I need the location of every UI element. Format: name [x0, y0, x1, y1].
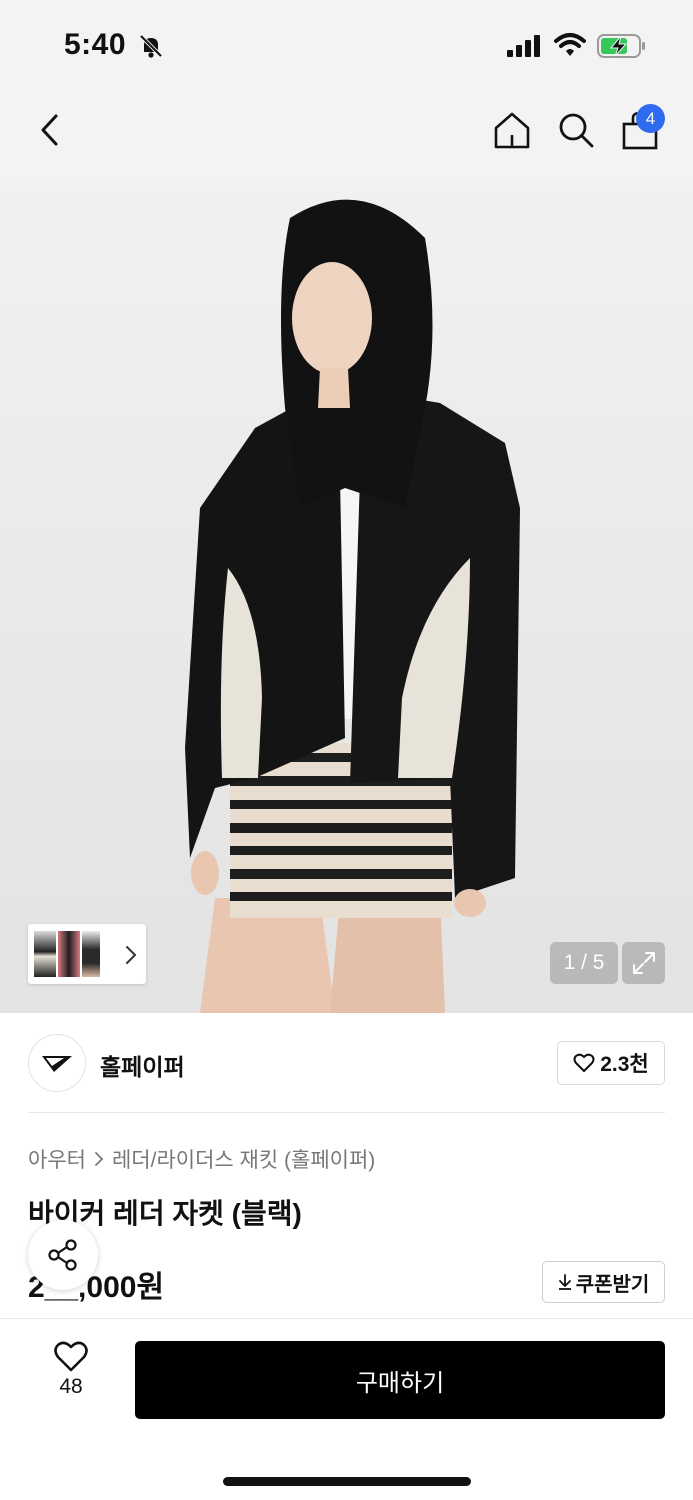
- chevron-right-icon: [95, 1152, 104, 1166]
- brand-like-count: 2.3천: [600, 1053, 649, 1076]
- wifi-icon: [554, 33, 586, 56]
- cellular-signal-icon: [507, 35, 540, 57]
- breadcrumb-subcategory[interactable]: 레더/라이더스 재킷 (홀페이퍼): [112, 1144, 375, 1174]
- status-bar: 5:40: [0, 0, 693, 90]
- thumbnail-1[interactable]: [34, 931, 56, 977]
- thumbnail-2[interactable]: [58, 931, 80, 977]
- chevron-right-icon[interactable]: [124, 944, 138, 966]
- thumbnail-3[interactable]: [82, 931, 100, 977]
- heart-icon: [54, 1341, 88, 1372]
- product-image[interactable]: [0, 178, 693, 1013]
- brand-like-button[interactable]: 2.3천: [557, 1041, 665, 1085]
- top-navigation: [0, 90, 693, 178]
- search-icon: [559, 113, 594, 148]
- breadcrumb: 아우터 레더/라이더스 재킷 (홀페이퍼): [28, 1144, 375, 1174]
- wishlist-count: 48: [59, 1375, 83, 1398]
- home-icon: [494, 112, 530, 149]
- brand-name[interactable]: 홀페이퍼: [100, 1048, 185, 1082]
- expand-icon: [632, 952, 655, 974]
- home-indicator: [223, 1477, 471, 1486]
- home-button[interactable]: [490, 108, 534, 152]
- battery-charging-icon: [597, 34, 645, 58]
- status-time: 5:40: [64, 28, 127, 61]
- coupon-button[interactable]: 쿠폰받기: [542, 1261, 665, 1303]
- cart-count-badge: 4: [636, 104, 665, 133]
- divider: [28, 1112, 665, 1113]
- download-icon: [558, 1274, 571, 1290]
- image-counter: 1 / 5: [550, 942, 618, 984]
- search-button[interactable]: [554, 108, 598, 152]
- expand-image-button[interactable]: [622, 942, 665, 984]
- brand-row[interactable]: 홀페이퍼 2.3천: [0, 1013, 693, 1113]
- bell-slash-icon: [139, 34, 163, 58]
- wishlist-button[interactable]: 48: [42, 1341, 100, 1411]
- coupon-label: 쿠폰받기: [575, 1273, 650, 1296]
- chevron-left-icon: [41, 114, 58, 146]
- share-icon: [48, 1239, 77, 1271]
- breadcrumb-category[interactable]: 아우터: [28, 1144, 86, 1174]
- bottom-action-bar: 48 구매하기: [0, 1318, 693, 1500]
- model-photo: [185, 199, 520, 1013]
- buy-button[interactable]: 구매하기: [135, 1341, 665, 1419]
- back-button[interactable]: [28, 108, 72, 152]
- heart-icon: [573, 1053, 595, 1072]
- brand-logo-mark-icon: [42, 1056, 72, 1072]
- share-button[interactable]: [28, 1220, 98, 1290]
- brand-logo[interactable]: [28, 1034, 86, 1092]
